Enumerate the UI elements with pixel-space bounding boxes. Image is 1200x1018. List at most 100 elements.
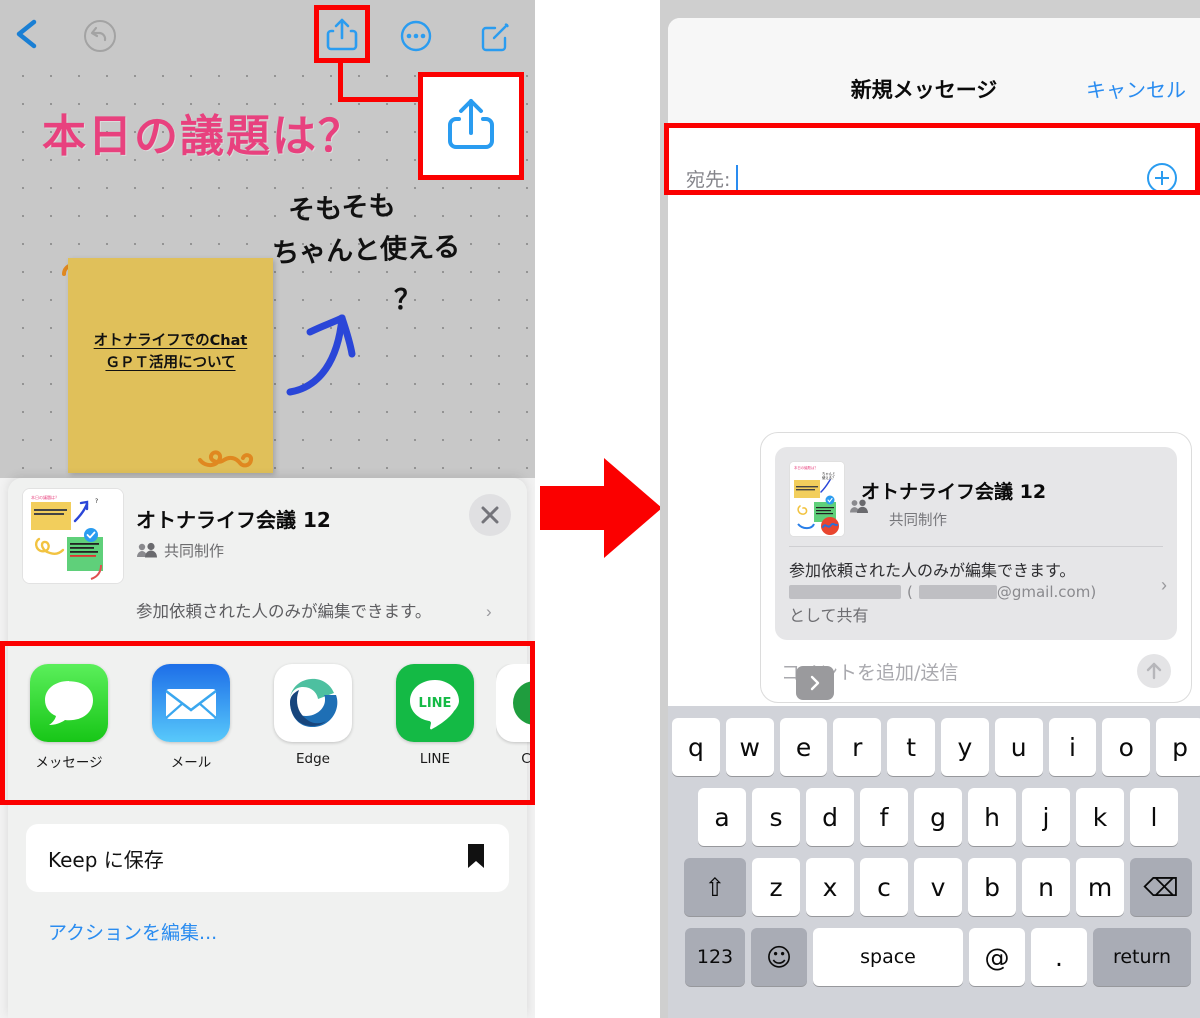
key-e[interactable]: e <box>779 718 828 776</box>
shared-document-bubble: 本日の議題は？ ちゃんと 使える？ オトナライフ会議 12 共同制作 参加依頼さ… <box>760 432 1192 703</box>
keep-save-label: Keep に保存 <box>48 847 164 872</box>
right-phone-screen: 新規メッセージ キャンセル 宛先: 本日の議題は？ ちゃんと 使える？ オトナラ… <box>660 0 1200 1018</box>
key-j[interactable]: j <box>1022 788 1070 846</box>
key-m[interactable]: m <box>1076 858 1124 916</box>
share-sheet-header: 本日の議題は？ ? オトナライフ会議 12 共同制作 <box>8 478 527 593</box>
return-key[interactable]: return <box>1093 928 1191 986</box>
chevron-right-icon[interactable]: › <box>1161 575 1167 596</box>
onscreen-keyboard: q w e r t y u i o p a s d f g h j k l ⇧ … <box>668 706 1200 1018</box>
document-thumbnail: 本日の議題は？ ? <box>22 488 124 584</box>
edit-actions-link[interactable]: アクションを編集... <box>48 918 217 945</box>
page-title: 本日の議題は？ <box>42 111 364 162</box>
chevron-right-icon: › <box>486 602 492 621</box>
bubble-title: オトナライフ会議 12 <box>861 481 1047 503</box>
share-permission-row[interactable]: 参加依頼された人のみが編集できます。 › <box>8 590 527 636</box>
close-x-icon[interactable] <box>469 494 511 536</box>
key-p[interactable]: p <box>1156 718 1200 776</box>
key-c[interactable]: c <box>860 858 908 916</box>
chevron-right-icon[interactable] <box>796 666 834 700</box>
redacted-email <box>918 585 997 599</box>
svg-text:本日の議題は？: 本日の議題は？ <box>794 465 818 470</box>
keyboard-row-3: ⇧ z x c v b n m ⌫ <box>672 858 1200 916</box>
svg-text:本日の議題は？: 本日の議題は？ <box>31 494 59 500</box>
shift-key[interactable]: ⇧ <box>684 858 746 916</box>
key-k[interactable]: k <box>1076 788 1124 846</box>
decorative-swirl-icon-2 <box>196 428 270 476</box>
people-icon <box>849 498 869 514</box>
svg-text:使える？: 使える？ <box>822 475 835 480</box>
cancel-button[interactable]: キャンセル <box>1086 74 1186 103</box>
highlight-share-apps-row <box>0 641 535 805</box>
back-icon[interactable] <box>10 14 44 54</box>
handwriting-line-2: ちゃんと使える <box>271 231 461 270</box>
people-icon <box>136 541 158 559</box>
ellipsis-circle-icon[interactable] <box>394 14 438 58</box>
keep-save-action[interactable]: Keep に保存 <box>26 824 509 892</box>
key-h[interactable]: h <box>968 788 1016 846</box>
share-sheet-title: オトナライフ会議 12 <box>136 508 331 532</box>
key-b[interactable]: b <box>968 858 1016 916</box>
sticky-note-text: オトナライフでのChat ＧＰＴ活用について <box>78 330 263 375</box>
key-u[interactable]: u <box>994 718 1043 776</box>
left-phone-screen: 本日の議題は？ オトナライフでのChat ＧＰＴ活用について そもそも ちゃんと… <box>0 0 535 1018</box>
sticky-line-2: ＧＰＴ活用について <box>105 355 236 372</box>
share-permission-label: 参加依頼された人のみが編集できます。 <box>136 602 432 621</box>
bubble-content: 本日の議題は？ ちゃんと 使える？ オトナライフ会議 12 共同制作 参加依頼さ… <box>775 447 1177 640</box>
key-l[interactable]: l <box>1130 788 1178 846</box>
emoji-key[interactable]: ☺ <box>751 928 807 986</box>
key-d[interactable]: d <box>806 788 854 846</box>
period-key[interactable]: . <box>1031 928 1087 986</box>
email-domain: @gmail.com) <box>996 583 1097 601</box>
callout-connector-horizontal <box>338 97 422 102</box>
screenshot-root: 本日の議題は？ オトナライフでのChat ＧＰＴ活用について そもそも ちゃんと… <box>0 0 1200 1018</box>
backspace-key[interactable]: ⌫ <box>1130 858 1192 916</box>
key-a[interactable]: a <box>698 788 746 846</box>
bubble-email-row: ( @gmail.com) <box>789 583 1163 601</box>
callout-connector-vertical <box>338 60 343 102</box>
numbers-key[interactable]: 123 <box>685 928 745 986</box>
canvas-toolbar <box>0 0 535 66</box>
bubble-card[interactable]: 本日の議題は？ ちゃんと 使える？ オトナライフ会議 12 共同制作 参加依頼さ… <box>760 432 1192 703</box>
send-up-arrow-icon[interactable] <box>1137 654 1171 688</box>
keyboard-row-4: 123 ☺ space @ . return <box>672 928 1200 986</box>
keyboard-row-2: a s d f g h j k l <box>672 788 1200 846</box>
key-t[interactable]: t <box>887 718 935 776</box>
keyboard-row-1: q w e r t y u i o p <box>672 718 1200 776</box>
key-i[interactable]: i <box>1048 718 1097 776</box>
undo-icon[interactable] <box>80 16 120 56</box>
key-v[interactable]: v <box>914 858 962 916</box>
blue-arrow-annotation <box>280 282 410 402</box>
bubble-document-thumbnail: 本日の議題は？ ちゃんと 使える？ <box>789 461 845 537</box>
key-s[interactable]: s <box>752 788 800 846</box>
bubble-share-as: として共有 <box>789 606 869 625</box>
new-message-navbar: 新規メッセージ キャンセル <box>668 18 1200 126</box>
sticky-line-1: オトナライフでのChat <box>93 333 248 349</box>
compose-icon[interactable] <box>472 14 516 58</box>
highlight-share-button <box>314 5 370 63</box>
paren-open: ( <box>907 583 913 601</box>
bubble-permission-text: 参加依頼された人のみが編集できます。 <box>789 561 1076 580</box>
key-z[interactable]: z <box>752 858 800 916</box>
svg-text:?: ? <box>95 498 98 505</box>
key-w[interactable]: w <box>725 718 774 776</box>
right-arrow-icon <box>540 450 665 570</box>
at-key[interactable]: @ <box>969 928 1025 986</box>
key-y[interactable]: y <box>941 718 989 776</box>
redacted-name <box>789 585 901 599</box>
bubble-subtitle: 共同制作 <box>889 513 947 529</box>
key-r[interactable]: r <box>833 718 882 776</box>
key-f[interactable]: f <box>860 788 908 846</box>
bookmark-icon <box>465 842 487 875</box>
key-x[interactable]: x <box>806 858 854 916</box>
bubble-comment-row[interactable]: コメントを追加/送信 <box>775 640 1177 702</box>
key-n[interactable]: n <box>1022 858 1070 916</box>
key-o[interactable]: o <box>1102 718 1151 776</box>
handwriting-line-1: そもそも <box>287 190 397 227</box>
space-key[interactable]: space <box>813 928 963 986</box>
share-icon-callout <box>418 72 524 180</box>
share-sheet-subtitle: 共同制作 <box>164 542 225 560</box>
key-q[interactable]: q <box>672 718 720 776</box>
highlight-recipient-field <box>664 123 1200 195</box>
key-g[interactable]: g <box>914 788 962 846</box>
bubble-divider <box>789 546 1163 547</box>
